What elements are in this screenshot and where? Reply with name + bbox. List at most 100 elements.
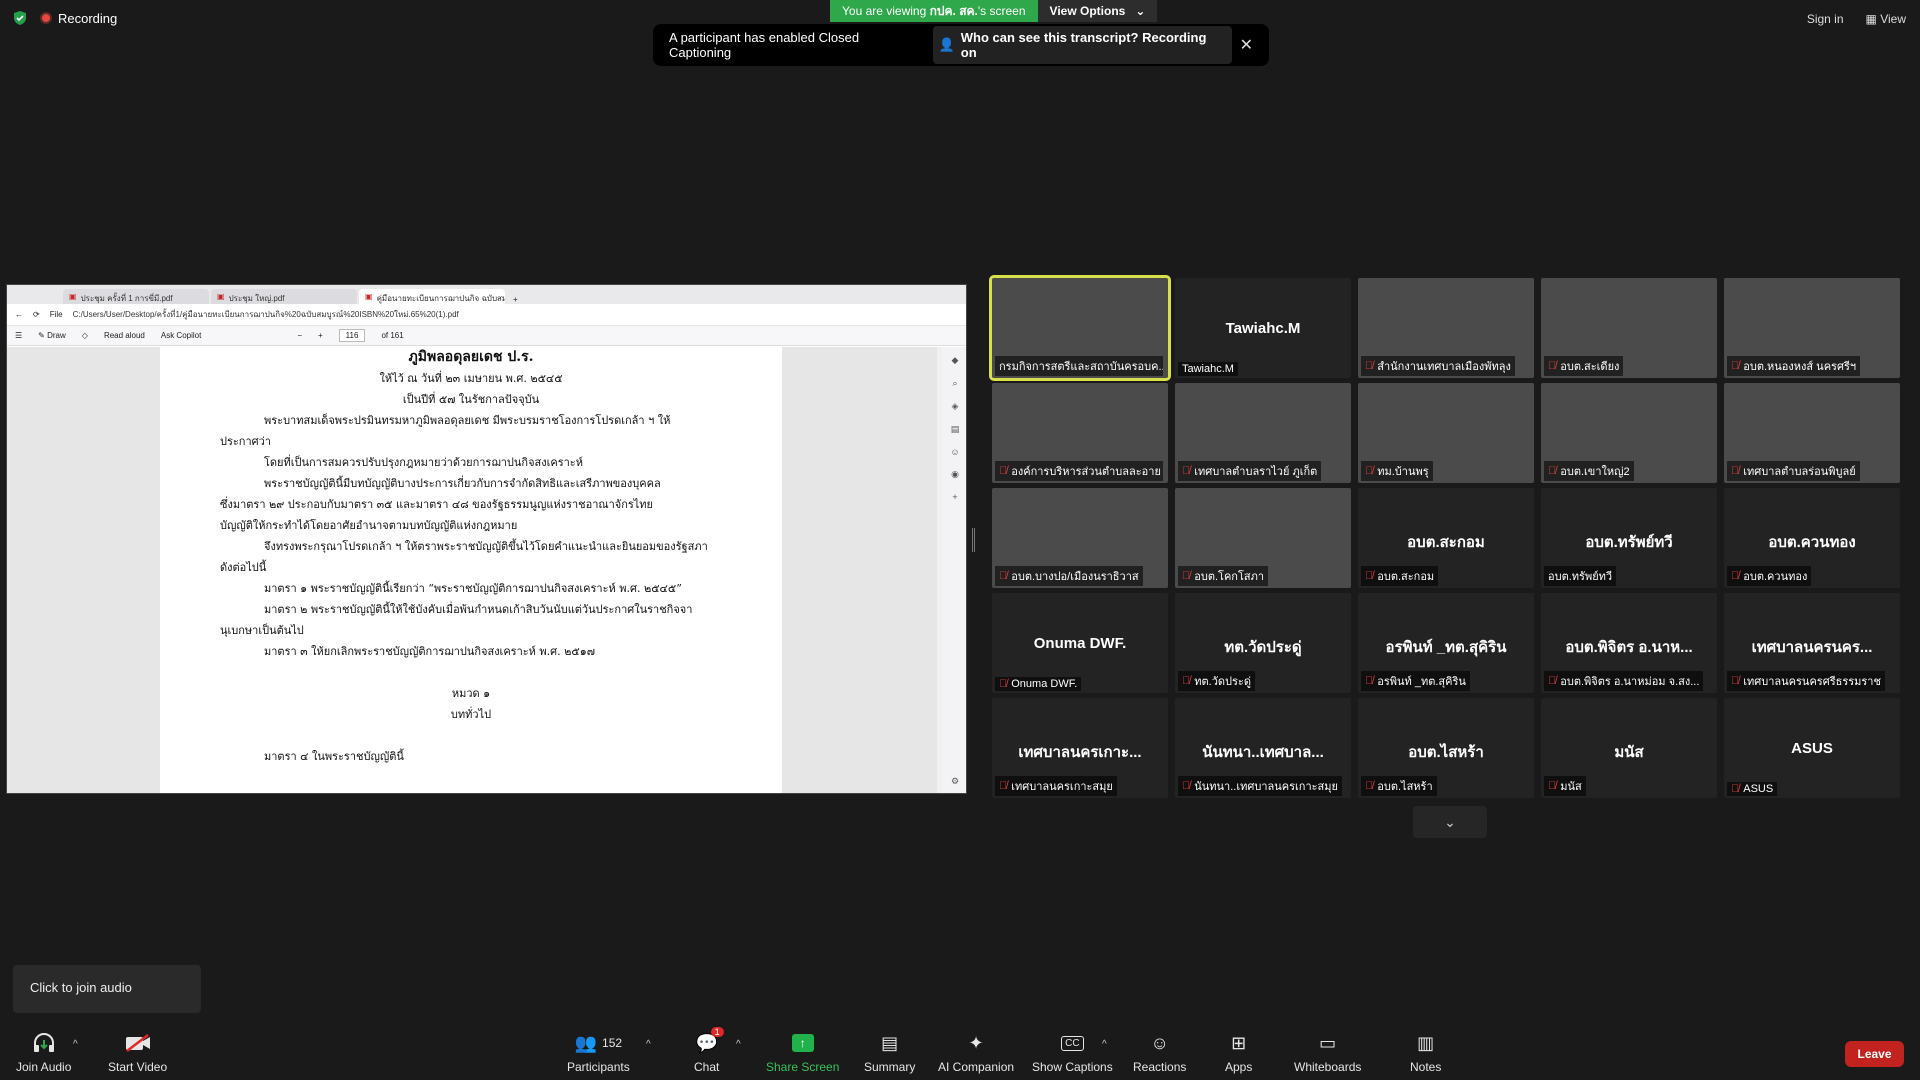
ask-copilot-button[interactable]: Ask Copilot [161, 331, 201, 340]
zoom-in-icon[interactable]: + [318, 331, 323, 340]
recording-indicator[interactable]: Recording [40, 11, 117, 26]
participant-tile[interactable]: ASUS 🎙̸ ASUS [1724, 698, 1900, 798]
encryption-shield-icon[interactable] [12, 10, 28, 26]
participant-tile[interactable]: นันทนา..เทศบาล... 🎙̸ นันทนา..เทศบาลนครเกาะ… [1175, 698, 1351, 798]
view-options-button[interactable]: View Options ⌄ [1037, 0, 1158, 22]
chat-button[interactable]: 💬 1 Chat [694, 1027, 724, 1074]
start-video-button[interactable]: Start Video [108, 1031, 167, 1074]
browser-tab[interactable]: ▣ ประชุม ใหญ่.pdf [211, 289, 357, 304]
chat-label: Chat [694, 1060, 720, 1074]
toolbox-icon[interactable]: ▤ [951, 424, 960, 435]
tag-icon[interactable]: ◈ [952, 401, 959, 412]
participant-display-name: นันทนา..เทศบาล... [1202, 744, 1324, 761]
participant-tile[interactable]: 🎙̸ อบต.สะเดียง [1541, 278, 1717, 378]
outlook-icon[interactable]: ◉ [951, 469, 959, 480]
muted-mic-icon: 🎙̸ [999, 780, 1008, 792]
muted-mic-icon: 🎙̸ [1731, 465, 1740, 477]
participant-tile[interactable]: Onuma DWF. 🎙̸ Onuma DWF. [992, 593, 1168, 693]
participant-tile[interactable]: อบต.พิจิตร อ.นาห... 🎙̸ อบต.พิจิตร อ.นาหม่อ… [1541, 593, 1717, 693]
page-total: of 161 [381, 331, 404, 340]
participant-name: อบต.เขาใหญ่2 [1560, 466, 1630, 478]
reactions-button[interactable]: ☺ Reactions [1133, 1031, 1187, 1075]
settings-icon[interactable]: ⚙ [951, 776, 959, 787]
participant-tile[interactable]: 🎙̸ เทศบาลตำบลราไวย์ ภูเก็ต [1175, 383, 1351, 483]
participant-tile[interactable]: อบต.ควนทอง 🎙̸ อบต.ควนทอง [1724, 488, 1900, 588]
draw-button[interactable]: ✎ Draw [38, 331, 66, 340]
url-text[interactable]: C:/Users/User/Desktop/ครั้งที่1/คู่มือนา… [73, 308, 459, 321]
muted-mic-icon: 🎙̸ [1731, 360, 1740, 372]
participant-tile[interactable]: อบต.สะกอม 🎙̸ อบต.สะกอม [1358, 488, 1534, 588]
transcript-visibility-link[interactable]: 👤 Who can see this transcript? Recording… [932, 26, 1232, 64]
participant-tile[interactable]: อบต.ทรัพย์ทวี อบต.ทรัพย์ทวี [1541, 488, 1717, 588]
apps-button[interactable]: ⊞ Apps [1225, 1031, 1253, 1075]
captions-options-caret[interactable]: ^ [1102, 1039, 1107, 1050]
whiteboards-button[interactable]: ▭ Whiteboards [1294, 1031, 1361, 1075]
muted-mic-icon: 🎙̸ [1731, 783, 1740, 795]
top-left-status: Recording [12, 10, 117, 26]
participant-name: เทศบาลตำบลร่อนพิบูลย์ [1743, 466, 1856, 478]
participant-name-tag: 🎙̸ มนัส [1544, 776, 1586, 796]
sign-in-button[interactable]: Sign in [1807, 12, 1844, 26]
participant-tile[interactable]: 🎙̸ อบต.เขาใหญ่2 [1541, 383, 1717, 483]
participant-tile[interactable]: เทศบาลนครเกาะ... 🎙̸ เทศบาลนครเกาะสมุย [992, 698, 1168, 798]
notes-button[interactable]: ▥ Notes [1410, 1031, 1441, 1075]
participant-tile[interactable]: กรมกิจการสตรีและสถาบันครอบค... [989, 275, 1171, 381]
summary-button[interactable]: ▤ Summary [864, 1031, 915, 1075]
participant-tile[interactable]: 🎙̸ องค์การบริหารส่วนตำบลละอาย [992, 383, 1168, 483]
page-number-input[interactable]: 116 [338, 329, 366, 342]
back-icon[interactable]: ← [15, 310, 23, 319]
zoom-out-icon[interactable]: − [297, 331, 302, 340]
video-off-icon [124, 1031, 152, 1055]
reload-icon[interactable]: ⟳ [33, 310, 40, 319]
gallery-next-page-button[interactable]: ⌄ [1413, 806, 1487, 838]
pdf-icon: ▣ [365, 292, 373, 301]
eraser-icon[interactable]: ◇ [82, 331, 88, 340]
pdf-text-line: โดยที่เป็นการสมควรปรับปรุงกฎหมายว่าด้วยก… [264, 456, 583, 469]
participant-tile[interactable]: 🎙̸ สำนักงานเทศบาลเมืองพัทลุง [1358, 278, 1534, 378]
recording-label: Recording [58, 10, 118, 26]
participant-tile[interactable]: อรพินท์ _ทต.สุคิริน 🎙̸ อรพินท์ _ทต.สุคิริน [1358, 593, 1534, 693]
apps-icon: ⊞ [1231, 1032, 1247, 1053]
copilot-icon[interactable]: ◆ [952, 355, 959, 366]
view-label: View [1880, 12, 1906, 26]
participants-button[interactable]: 👥 152 Participants [567, 1031, 630, 1075]
participant-name: อบต.ทรัพย์ทวี [1548, 571, 1613, 583]
audio-options-caret[interactable]: ^ [73, 1039, 78, 1050]
search-icon[interactable]: ⌕ [952, 378, 957, 389]
browser-tab[interactable]: ▣ ประชุม ครั้งที่ 1 การขี่มี.pdf [63, 289, 209, 304]
participant-tile[interactable]: ทต.วัดประดู่ 🎙̸ ทต.วัดประดู่ [1175, 593, 1351, 693]
apps-label: Apps [1225, 1060, 1253, 1074]
closed-caption-banner: A participant has enabled Closed Caption… [653, 24, 1269, 66]
emoji-icon: ☺ [1150, 1032, 1169, 1053]
browser-tab-active[interactable]: ▣คู่มือนายทะเบียนการฌาปนกิจ ฉบับสมบูรณ์ [359, 289, 505, 304]
people-icon[interactable]: ☺ [950, 447, 959, 457]
split-divider-handle[interactable] [972, 528, 975, 552]
chat-options-caret[interactable]: ^ [736, 1039, 741, 1050]
contents-icon[interactable]: ☰ [15, 331, 22, 340]
muted-mic-icon: 🎙̸ [1365, 360, 1374, 372]
join-audio-button[interactable]: Join Audio [16, 1031, 71, 1074]
participant-tile[interactable]: 🎙̸ อบต.บางปอ/เมืองนราธิวาส [992, 488, 1168, 588]
show-captions-button[interactable]: CC Show Captions [1032, 1031, 1113, 1074]
new-tab-icon[interactable]: + [507, 295, 524, 304]
participant-tile[interactable]: 🎙̸ อบต.หนองหงส์ นครศรีฯ [1724, 278, 1900, 378]
share-screen-button[interactable]: ↑ Share Screen [766, 1031, 839, 1074]
reactions-label: Reactions [1133, 1060, 1187, 1074]
leave-button[interactable]: Leave [1845, 1041, 1904, 1067]
pdf-viewport[interactable]: ภูมิพลอดุลยเดช ป.ร. ให้ไว้ ณ วันที่ ๒๓ เม… [7, 347, 937, 793]
participant-tile[interactable]: 🎙̸ ทม.บ้านพรุ [1358, 383, 1534, 483]
participant-tile[interactable]: เทศบาลนครนคร... 🎙̸ เทศบาลนครนครศรีธรรมราช [1724, 593, 1900, 693]
ai-companion-button[interactable]: ✦ AI Companion [938, 1031, 1014, 1075]
participant-tile[interactable]: มนัส 🎙̸ มนัส [1541, 698, 1717, 798]
participants-options-caret[interactable]: ^ [646, 1039, 651, 1050]
read-aloud-button[interactable]: Read aloud [104, 331, 145, 340]
participant-tile[interactable]: 🎙̸ เทศบาลตำบลร่อนพิบูลย์ [1724, 383, 1900, 483]
participant-tile[interactable]: Tawiahc.M Tawiahc.M [1175, 278, 1351, 378]
participant-tile[interactable]: 🎙̸ อบต.โคกโสภา [1175, 488, 1351, 588]
close-icon[interactable]: ✕ [1240, 35, 1253, 55]
add-icon[interactable]: + [952, 492, 957, 502]
view-button[interactable]: ▦ View [1866, 12, 1906, 26]
chevron-down-icon: ⌄ [1444, 813, 1456, 830]
participant-gallery: กรมกิจการสตรีและสถาบันครอบค... Tawiahc.M T… [989, 275, 1902, 798]
participant-tile[interactable]: อบต.ไสหร้า 🎙̸ อบต.ไสหร้า [1358, 698, 1534, 798]
